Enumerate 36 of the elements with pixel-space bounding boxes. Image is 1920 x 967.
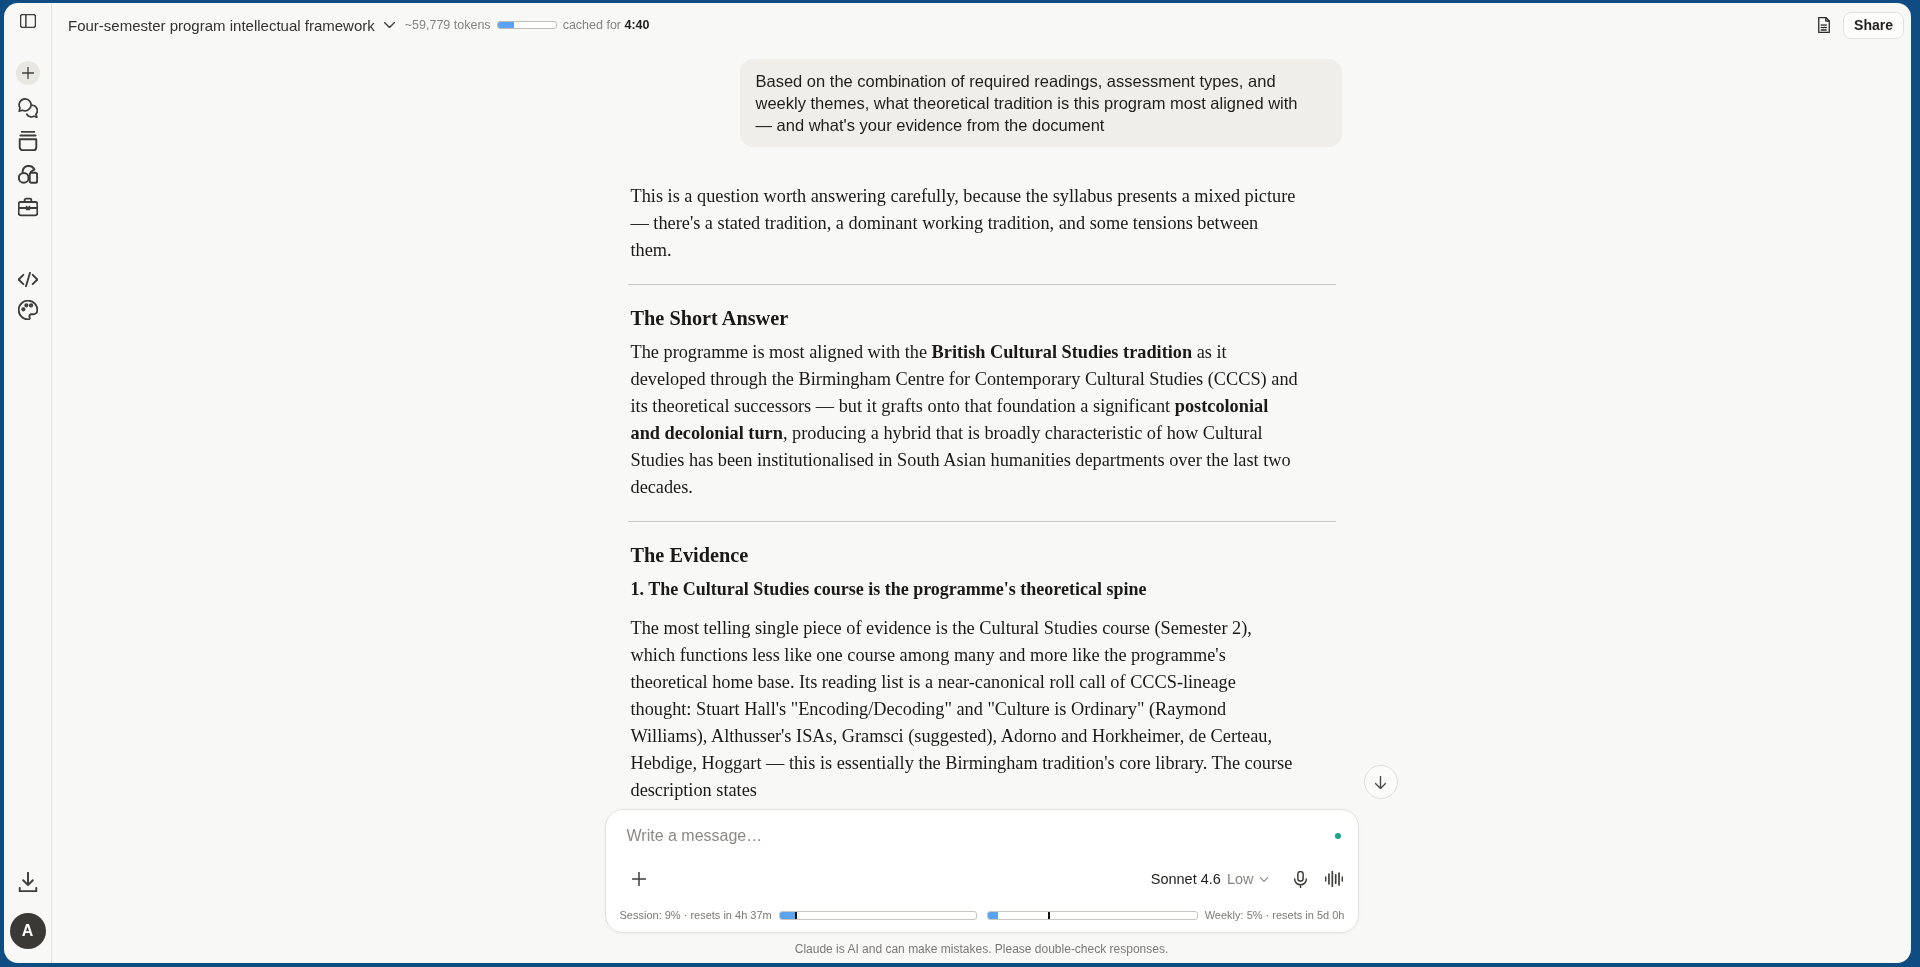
briefcase-icon[interactable] (17, 197, 38, 217)
new-chat-button[interactable] (15, 61, 40, 85)
arrow-down-icon (1375, 775, 1386, 789)
user-message: Based on the combination of required readings, assessment types, and weekly themes, what theoretical tradition is this program most aligned with — and what's your evidence from the document (739, 59, 1342, 147)
usage-label: Session: 9% · resets in 4h 37m (619, 909, 772, 921)
download-icon[interactable] (17, 872, 38, 892)
token-count: ~59,779 tokens (404, 18, 491, 32)
section-heading: The Short Answer (630, 306, 790, 331)
message-input[interactable]: Write a message… (626, 824, 1335, 848)
chat-title-button[interactable]: Four-semester program intellectual framework (68, 16, 395, 34)
waveform-icon[interactable] (1324, 871, 1343, 887)
response-paragraph: This is a question worth answering carefully, because the syllabus presents a mixed picture — there's a stated tradition, a dominant working tradition, and some tensions between them. (630, 185, 1297, 262)
stacked-box-icon[interactable] (17, 131, 38, 151)
sidebar-toggle-icon[interactable] (19, 14, 36, 28)
scroll-down-button[interactable] (1363, 765, 1398, 799)
shapes-icon[interactable] (17, 164, 38, 184)
disclaimer-text: Claude is AI and can make mistakes. Please double-check responses. (794, 941, 1169, 957)
user-avatar[interactable]: A (9, 913, 46, 949)
plus-icon (21, 67, 34, 79)
section-heading: The Evidence (630, 543, 750, 568)
microphone-icon[interactable] (1293, 870, 1307, 888)
usage-label: Weekly: 5% · resets in 5d 0h (1204, 909, 1345, 921)
palette-icon[interactable] (17, 300, 38, 320)
model-selector[interactable]: Sonnet 4.6 Low (1146, 871, 1272, 887)
plus-icon[interactable] (631, 872, 646, 886)
cache-status: cached for 4:40 (562, 18, 650, 32)
chevron-down-icon (1259, 876, 1268, 882)
document-icon[interactable] (1818, 17, 1831, 33)
status-dot-icon (1334, 833, 1341, 839)
response-paragraph: The programme is most aligned with the British Cultural Studies tradition as it developed through the Birmingham Centre for Contemporary Cultural Studies (CCCS) and its theoretical successors — but it grafts onto that foundation a significant postcolonial and decolonial turn, producing a hybrid that is broadly characteristic of how Cultural Studies has been institutionalised in South Asian humanities departments over the last two decades. (630, 341, 1299, 499)
chat-bubbles-icon[interactable] (17, 98, 38, 118)
response-paragraph: The most telling single piece of evidence is the Cultural Studies course (Semester 2), which functions less like one course among many and more like the programme's theoretical home base. Its reading list is a near-canonical roll call of CCCS-lineage thought: Stuart Hall's "Encoding/Decoding" and "Culture is Ordinary" (Raymond Williams), Althusser's ISAs, Gramsci (suggested), Adorno and Horkheimer, de Certeau, Hebdige, Hoggart — this is essentially the Birmingham tradition's core library. The course description states (630, 617, 1294, 802)
code-icon[interactable] (17, 272, 38, 287)
share-button[interactable]: Share (1843, 11, 1904, 39)
subsection-heading: 1. The Cultural Studies course is the programme's theoretical spine (630, 578, 1148, 601)
chevron-down-icon (383, 22, 395, 28)
